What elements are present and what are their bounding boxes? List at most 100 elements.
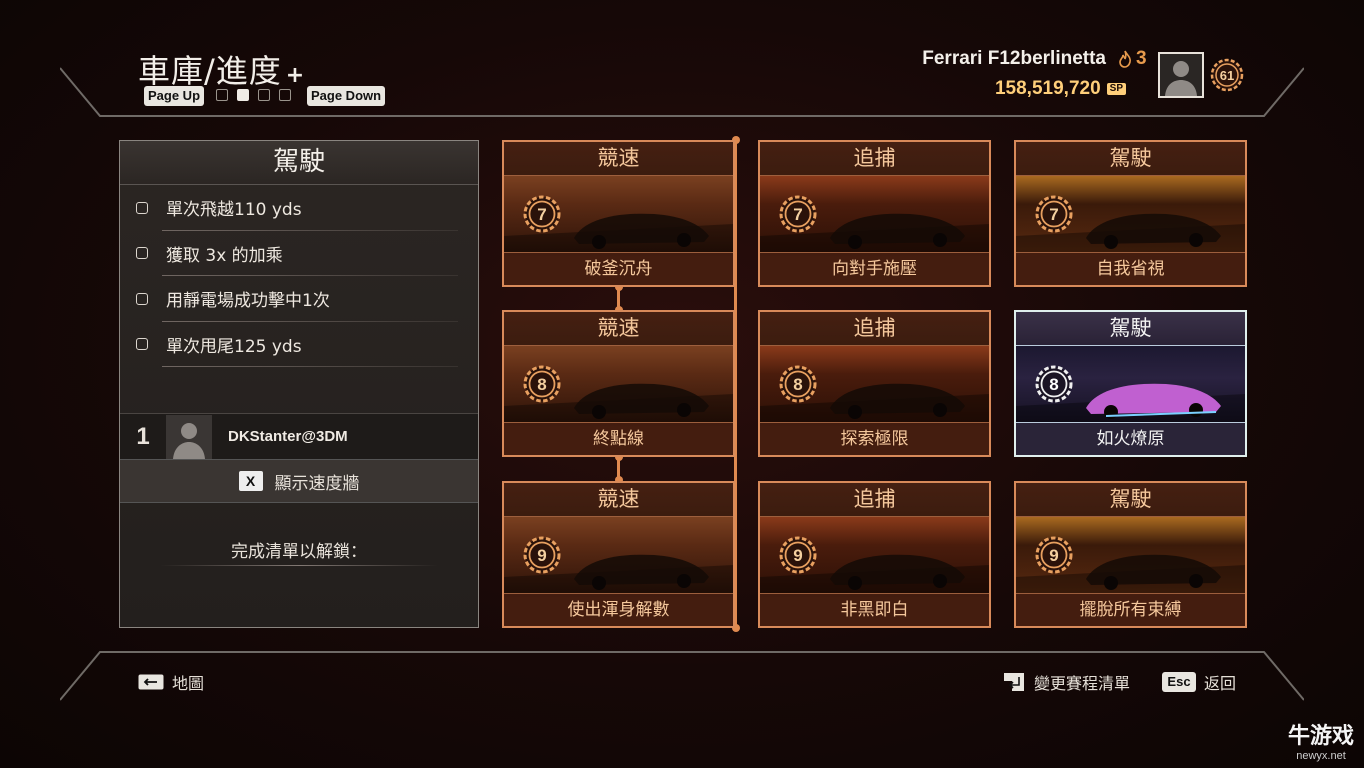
event-category: 追捕: [760, 312, 989, 346]
checkbox-icon: [136, 247, 148, 260]
site-watermark: 牛游戏 newyx.net: [1288, 718, 1354, 762]
event-level: 9: [1049, 546, 1058, 565]
x-key-icon: X: [238, 471, 263, 491]
esc-key-icon: Esc: [1162, 672, 1196, 692]
page-dot: [279, 89, 291, 101]
watermark-url: newyx.net: [1296, 750, 1346, 762]
checkbox-icon: [136, 338, 148, 351]
task-item: 單次甩尾125 yds: [120, 322, 478, 368]
map-label: 地圖: [172, 674, 205, 693]
checkbox-icon: [136, 292, 148, 305]
sp-value: 158,519,720: [994, 78, 1101, 99]
event-category: 駕駛: [1016, 142, 1245, 176]
event-category: 競速: [504, 142, 733, 176]
event-card[interactable]: 追捕 9 非黑即白: [758, 481, 991, 628]
event-card[interactable]: 競速 8 終點線: [502, 310, 735, 457]
event-level: 9: [793, 546, 802, 565]
sp-icon: SP: [1106, 83, 1126, 95]
event-category: 追捕: [760, 142, 989, 176]
event-level: 8: [537, 375, 546, 394]
map-button[interactable]: 地圖: [138, 670, 204, 694]
event-name: 自我省視: [1016, 252, 1245, 285]
event-card[interactable]: 駕駛 7 自我省視: [1014, 140, 1247, 287]
event-level-badge: 7: [523, 195, 561, 233]
page-title-text: 車庫/進度: [138, 52, 282, 90]
left-arrow-key-icon: [138, 674, 164, 690]
event-level-badge: 7: [1035, 195, 1073, 233]
checkbox-icon: [136, 201, 148, 214]
back-button[interactable]: Esc 返回: [1162, 670, 1236, 694]
leader-rank: 1: [136, 422, 150, 450]
show-speedwall-button[interactable]: X 顯示速度牆: [120, 459, 478, 503]
user-icon: [173, 422, 205, 459]
leader-name: DKStanter@3DM: [228, 428, 348, 445]
event-level: 9: [537, 546, 546, 565]
event-card[interactable]: 駕駛 9 擺脫所有束縛: [1014, 481, 1247, 628]
level-value: 61: [1220, 68, 1234, 83]
event-card[interactable]: 駕駛 8 如火燎原: [1014, 310, 1247, 457]
divider: [160, 565, 438, 566]
page-dot: [258, 89, 270, 101]
panel-title: 駕駛: [120, 141, 478, 185]
task-label: 用靜電場成功擊中1次: [166, 291, 330, 312]
leader-avatar: [166, 414, 212, 459]
level-badge: 61: [1210, 58, 1244, 92]
page-dot-active: [237, 89, 249, 101]
event-card[interactable]: 競速 7 破釜沉舟: [502, 140, 735, 287]
event-name: 如火燎原: [1016, 422, 1245, 455]
current-car: Ferrari F12berlinetta: [922, 48, 1106, 69]
page-indicator: [216, 89, 291, 101]
event-card[interactable]: 追捕 7 向對手施壓: [758, 140, 991, 287]
task-item: 獲取 3x 的加乘: [120, 231, 478, 277]
task-item: 單次飛越110 yds: [120, 185, 478, 231]
event-level-badge: 8: [523, 365, 561, 403]
event-name: 破釜沉舟: [504, 252, 733, 285]
event-category: 追捕: [760, 483, 989, 517]
user-icon: [1165, 61, 1197, 96]
event-level: 8: [793, 375, 802, 394]
page-up-button[interactable]: Page Up: [144, 86, 205, 106]
back-label: 返回: [1204, 674, 1237, 693]
event-name: 非黑即白: [760, 593, 989, 626]
event-card[interactable]: 追捕 8 探索極限: [758, 310, 991, 457]
event-level: 7: [537, 205, 546, 224]
speed-points: 158,519,720 SP: [995, 78, 1126, 100]
speedwall-label: 顯示速度牆: [274, 473, 360, 494]
task-label: 獲取 3x 的加乘: [166, 245, 283, 266]
event-level-badge: 9: [523, 536, 561, 574]
event-category: 駕駛: [1016, 312, 1245, 346]
flame-icon: [1119, 50, 1131, 68]
change-list-button[interactable]: 變更賽程清單: [1002, 670, 1130, 694]
event-card[interactable]: 競速 9 使出渾身解數: [502, 481, 735, 628]
event-name: 終點線: [504, 422, 733, 455]
task-label: 單次飛越110 yds: [166, 200, 302, 221]
event-category: 競速: [504, 312, 733, 346]
event-level-badge: 7: [779, 195, 817, 233]
event-name: 擺脫所有束縛: [1016, 593, 1245, 626]
task-label: 單次甩尾125 yds: [166, 336, 302, 357]
event-details-panel: 駕駛 單次飛越110 yds 獲取 3x 的加乘 用靜電場成功擊中1次 單次甩尾…: [119, 140, 479, 628]
event-category: 駕駛: [1016, 483, 1245, 517]
watermark-name: 牛游戏: [1287, 724, 1354, 749]
leaderboard-row[interactable]: 1 DKStanter@3DM: [120, 413, 478, 459]
event-level-badge: 9: [779, 536, 817, 574]
plus-icon: +: [285, 63, 306, 88]
event-level: 8: [1049, 375, 1058, 394]
event-level: 7: [793, 205, 802, 224]
unlock-text: 完成清單以解鎖：: [231, 542, 367, 562]
page-down-button[interactable]: Page Down: [307, 86, 386, 106]
task-item: 用靜電場成功擊中1次: [120, 276, 478, 322]
event-level-badge: 8: [1035, 365, 1073, 403]
event-name: 探索極限: [760, 422, 989, 455]
heat-level: 3: [1118, 48, 1147, 70]
event-level-badge: 8: [779, 365, 817, 403]
event-level-badge: 9: [1035, 536, 1073, 574]
change-list-label: 變更賽程清單: [1034, 674, 1131, 693]
event-category: 競速: [504, 483, 733, 517]
event-name: 向對手施壓: [760, 252, 989, 285]
page-dot: [216, 89, 228, 101]
enter-key-icon: [1004, 673, 1024, 691]
player-avatar[interactable]: [1158, 52, 1204, 98]
event-name: 使出渾身解數: [504, 593, 733, 626]
event-level: 7: [1049, 205, 1058, 224]
